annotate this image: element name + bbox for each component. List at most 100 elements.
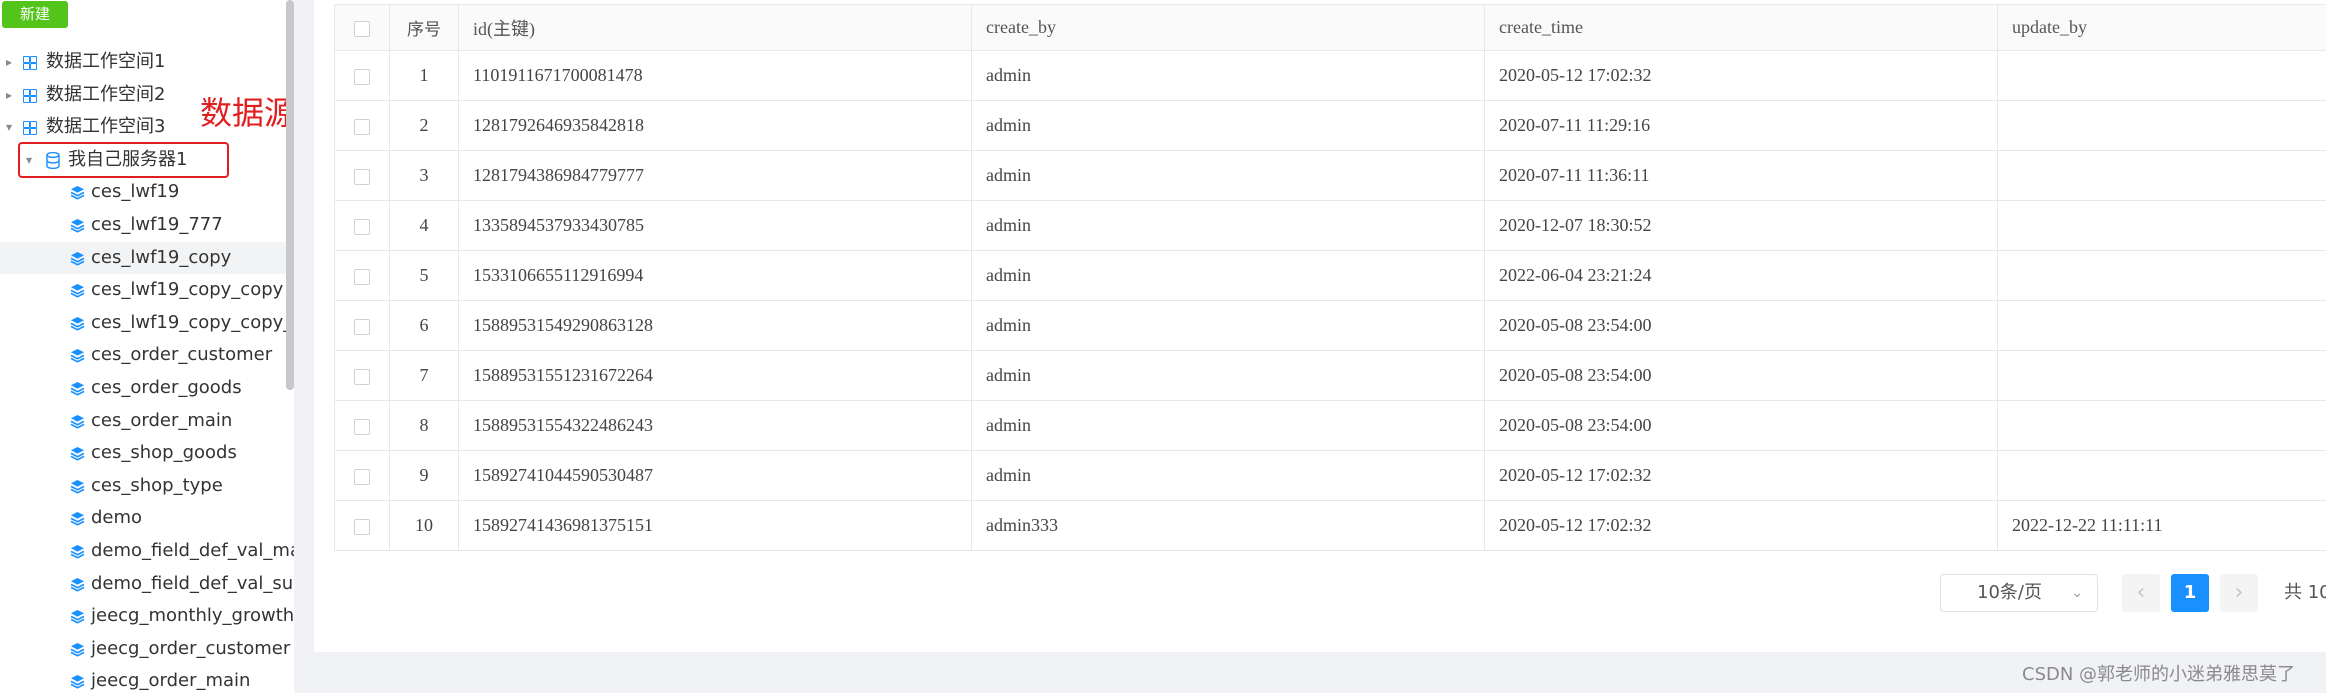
cell-seq: 5: [389, 250, 459, 301]
table-header: 序号 id(主键) create_by create_time update_b…: [334, 4, 2326, 51]
cell-create-by: admin: [971, 150, 1485, 201]
table-row[interactable]: 1 1101911671700081478 admin 2020-05-12 17:0…: [334, 50, 2326, 101]
chevron-down-icon: ⌄: [2071, 585, 2083, 601]
table-card: 序号 id(主键) create_by create_time update_b…: [314, 0, 2326, 652]
workspace-grid-icon: [23, 121, 37, 136]
tree-table-item[interactable]: ces_shop_type: [0, 470, 294, 503]
cell-create-by: admin: [971, 200, 1485, 251]
table-row[interactable]: 6 15889531549290863128 admin 2020-05-08 23:…: [334, 300, 2326, 351]
tree-node-label: ces_lwf19_copy_copy: [91, 279, 284, 301]
cell-create-by: admin: [971, 450, 1485, 501]
tree-node-label: demo: [91, 507, 143, 529]
table-row[interactable]: 3 1281794386984779777 admin 2020-07-11 11:3…: [334, 150, 2326, 201]
tree-node-label: demo_field_def_val_mai: [91, 539, 294, 561]
caret-down-icon[interactable]: ▾: [6, 111, 12, 144]
tree-table-item[interactable]: jeecg_monthly_growth_: [0, 600, 294, 633]
cell-seq: 2: [389, 100, 459, 151]
tree-node-label: jeecg_order_customer: [91, 637, 291, 659]
caret-right-icon[interactable]: ▸: [6, 79, 12, 112]
table-row[interactable]: 7 15889531551231672264 admin 2020-05-08 23:…: [334, 350, 2326, 401]
table-layers-icon: [70, 381, 85, 396]
table-row[interactable]: 10 15892741436981375151 admin333 2020-05-12…: [334, 500, 2326, 551]
cell-seq: 10: [389, 500, 459, 551]
tree-table-item[interactable]: demo_field_def_val_sub: [0, 568, 294, 601]
column-header-seq: 序号: [389, 4, 459, 51]
row-checkbox[interactable]: [334, 150, 390, 201]
table-row[interactable]: 8 15889531554322486243 admin 2020-05-08 23:…: [334, 400, 2326, 451]
cell-create-time: 2020-05-08 23:54:00: [1484, 400, 1998, 451]
row-checkbox[interactable]: [334, 250, 390, 301]
cell-create-by: admin333: [971, 500, 1485, 551]
cell-id: 1335894537933430785: [458, 200, 972, 251]
cell-create-time: 2020-12-07 18:30:52: [1484, 200, 1998, 251]
row-checkbox[interactable]: [334, 300, 390, 351]
cell-update-by: [1997, 350, 2326, 401]
table-row[interactable]: 2 1281792646935842818 admin 2020-07-11 11:2…: [334, 100, 2326, 151]
tree-table-item[interactable]: ces_lwf19_copy: [0, 241, 294, 275]
watermark: CSDN @郭老师的小迷弟雅思莫了: [2022, 664, 2296, 685]
cell-create-by: admin: [971, 250, 1485, 301]
tree-node-label: ces_lwf19_copy: [91, 246, 232, 268]
row-checkbox[interactable]: [334, 450, 390, 501]
tree-table-item[interactable]: ces_order_goods: [0, 372, 294, 405]
column-header-id[interactable]: id(主键): [458, 4, 972, 51]
column-header-create-time[interactable]: create_time: [1484, 4, 1998, 51]
tree-table-item[interactable]: ces_lwf19_copy_copy: [0, 274, 294, 307]
next-page-button[interactable]: ›: [2220, 574, 2258, 612]
tree-table-item[interactable]: ces_lwf19: [0, 176, 294, 209]
new-button[interactable]: 新建: [2, 1, 68, 28]
cell-id: 15892741436981375151: [458, 500, 972, 551]
tree-table-item[interactable]: demo: [0, 502, 294, 535]
tree-workspace-1[interactable]: ▸ 数据工作空间1: [0, 46, 294, 79]
row-checkbox[interactable]: [334, 400, 390, 451]
select-all-checkbox[interactable]: [334, 4, 390, 51]
cell-id: 15889531554322486243: [458, 400, 972, 451]
workspace-grid-icon: [23, 88, 37, 103]
caret-right-icon[interactable]: ▸: [6, 46, 12, 79]
table-row[interactable]: 9 15892741044590530487 admin 2020-05-12 17:…: [334, 450, 2326, 501]
cell-create-by: admin: [971, 300, 1485, 351]
page-size-select[interactable]: 10条/页 ⌄: [1940, 574, 2098, 612]
table-row[interactable]: 5 1533106655112916994 admin 2022-06-04 23:2…: [334, 250, 2326, 301]
workspace-grid-icon: [23, 56, 37, 70]
cell-update-by: 2022-12-22 11:11:11: [1997, 500, 2326, 551]
prev-page-button[interactable]: ‹: [2122, 574, 2160, 612]
row-checkbox[interactable]: [334, 50, 390, 101]
table-layers-icon: [70, 218, 85, 233]
tree-node-label: jeecg_order_main: [91, 670, 251, 692]
column-header-create-by[interactable]: create_by: [971, 4, 1485, 51]
row-checkbox[interactable]: [334, 200, 390, 251]
sidebar: 新建 ▸ 数据工作空间1 ▸ 数据工作空间2 ▾ 数据工作空间3 ▾ 我自己服务器1 ces_l…: [0, 0, 294, 693]
row-checkbox[interactable]: [334, 100, 390, 151]
cell-id: 15889531551231672264: [458, 350, 972, 401]
tree-node-label: ces_order_main: [91, 409, 233, 431]
tree-table-item[interactable]: ces_order_customer: [0, 339, 294, 372]
tree-node-label: ces_shop_goods: [91, 442, 237, 464]
cell-update-by: [1997, 100, 2326, 151]
tree-node-label: ces_lwf19: [91, 181, 180, 203]
table-layers-icon: [70, 479, 85, 494]
tree-table-item[interactable]: ces_order_main: [0, 405, 294, 438]
table-row[interactable]: 4 1335894537933430785 admin 2020-12-07 18:3…: [334, 200, 2326, 251]
tree-table-item[interactable]: demo_field_def_val_mai: [0, 535, 294, 568]
tree-node-label: jeecg_monthly_growth_: [91, 605, 294, 627]
cell-create-time: 2020-05-12 17:02:32: [1484, 50, 1998, 101]
tree-node-label: demo_field_def_val_sub: [91, 572, 294, 594]
tree-table-item[interactable]: ces_lwf19_copy_copy_c: [0, 307, 294, 340]
sidebar-scrollbar[interactable]: [286, 0, 294, 390]
column-header-update-by[interactable]: update_by: [1997, 4, 2326, 51]
tree-table-item[interactable]: ces_shop_goods: [0, 437, 294, 470]
tree-table-item[interactable]: ces_lwf19_777: [0, 209, 294, 242]
cell-update-by: [1997, 200, 2326, 251]
cell-seq: 6: [389, 300, 459, 351]
cell-create-time: 2020-07-11 11:29:16: [1484, 100, 1998, 151]
row-checkbox[interactable]: [334, 350, 390, 401]
table-layers-icon: [70, 251, 85, 266]
row-checkbox[interactable]: [334, 500, 390, 551]
tree-table-item[interactable]: jeecg_order_customer: [0, 633, 294, 666]
cell-create-time: 2020-05-08 23:54:00: [1484, 350, 1998, 401]
cell-create-time: 2020-05-08 23:54:00: [1484, 300, 1998, 351]
tree-table-item[interactable]: jeecg_order_main: [0, 665, 294, 693]
page-1-button[interactable]: 1: [2171, 574, 2209, 612]
cell-update-by: [1997, 450, 2326, 501]
